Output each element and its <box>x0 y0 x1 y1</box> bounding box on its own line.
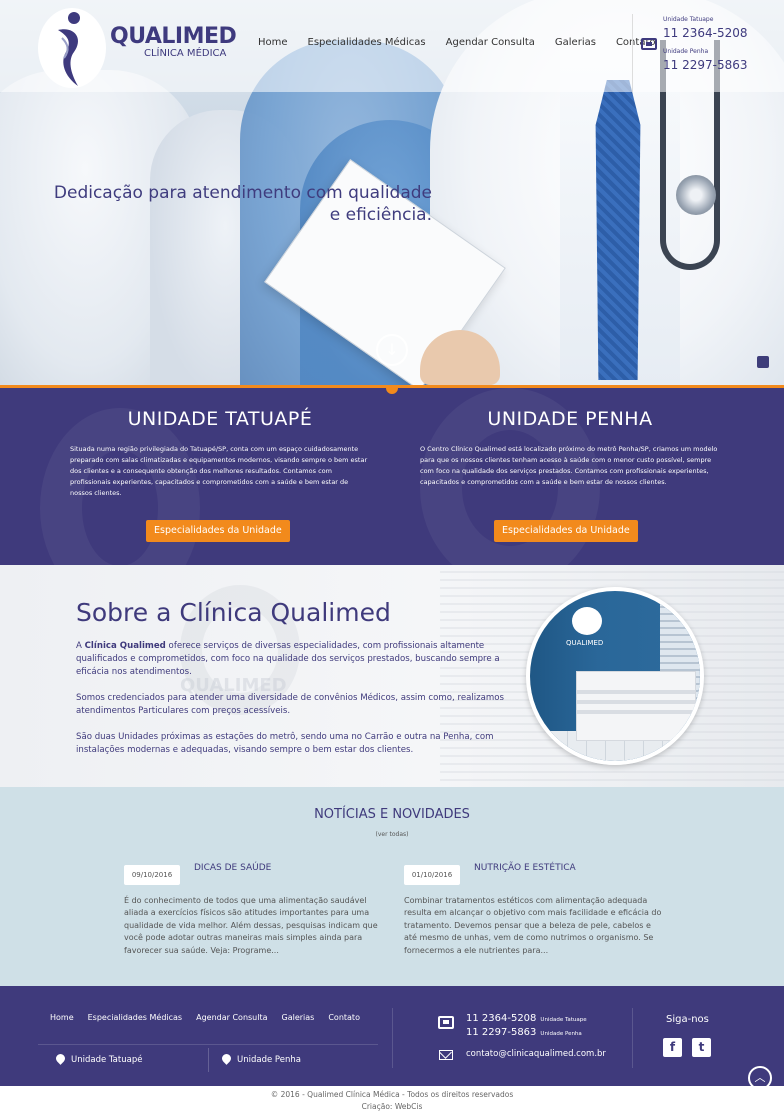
clinic-sign-text: QUALIMED <box>566 639 604 647</box>
footer-nav-home[interactable]: Home <box>50 1013 74 1022</box>
about-paragraph: Somos credenciados para atender uma dive… <box>76 693 505 716</box>
section-dot <box>386 388 398 394</box>
news-excerpt: Combinar tratamentos estéticos com alime… <box>404 896 662 955</box>
copyright-text: © 2016 - Qualimed Clínica Médica - Todos… <box>270 1090 514 1099</box>
copyright-bar: © 2016 - Qualimed Clínica Médica - Todos… <box>0 1086 784 1116</box>
slider-indicator[interactable] <box>757 356 769 368</box>
footer-divider <box>208 1048 209 1072</box>
news-date: 01/10/2016 <box>404 865 460 885</box>
stethoscope-chestpiece <box>676 175 716 215</box>
unit-title: UNIDADE PENHA <box>487 408 653 430</box>
news-title: NOTÍCIAS E NOVIDADES <box>314 807 470 822</box>
hero-tagline: Dedicação para atendimento com qualidade… <box>53 183 432 225</box>
see-all-link[interactable]: (ver todas) <box>0 831 784 838</box>
nav-galerias[interactable]: Galerias <box>555 37 596 48</box>
unit-tatuape: UNIDADE TATUAPÉ Situada numa região priv… <box>70 408 370 542</box>
footer-email[interactable]: contato@clinicaqualimed.com.br <box>466 1049 606 1059</box>
footer-nav-contato[interactable]: Contato <box>328 1013 360 1022</box>
footer-divider <box>392 1008 393 1068</box>
footer-location-tatuape[interactable]: Unidade Tatuapé <box>56 1054 142 1066</box>
footer-phone[interactable]: 11 2297-5863 Unidade Penha <box>466 1027 582 1038</box>
about-title: Sobre a Clínica Qualimed <box>76 598 391 627</box>
footer-location-penha[interactable]: Unidade Penha <box>222 1054 301 1066</box>
credit-text[interactable]: Criação: WebCis <box>0 1102 784 1111</box>
twitter-icon[interactable]: t <box>692 1038 711 1057</box>
clinic-photo: QUALIMED <box>526 587 704 765</box>
logo-figure-icon <box>58 12 80 86</box>
facebook-icon[interactable]: f <box>663 1038 682 1057</box>
about-section: QUALIMED Sobre a Clínica Qualimed A Clín… <box>0 565 784 787</box>
location-label: Unidade Tatuapé <box>71 1055 143 1065</box>
unit-description: O Centro Clínico Qualimed está localizad… <box>420 445 718 486</box>
footer-nav-galerias[interactable]: Galerias <box>282 1013 315 1022</box>
about-strong: Clínica Qualimed <box>84 641 166 651</box>
brand-subtitle: CLÍNICA MÉDICA <box>144 48 227 59</box>
phone-icon <box>438 1016 454 1029</box>
news-section: NOTÍCIAS E NOVIDADES (ver todas) 09/10/2… <box>0 787 784 986</box>
site-footer: Home Especialidades Médicas Agendar Cons… <box>0 986 784 1086</box>
about-paragraph: São duas Unidades próximas as estações d… <box>76 732 494 755</box>
footer-divider <box>632 1008 633 1068</box>
phone-icon <box>641 38 657 50</box>
hero-doctor-tie <box>595 80 641 380</box>
footer-divider <box>38 1044 378 1045</box>
news-excerpt: É do conhecimento de todos que uma alime… <box>124 896 378 955</box>
location-label: Unidade Penha <box>237 1055 301 1065</box>
nav-home[interactable]: Home <box>258 37 288 48</box>
footer-nav-agendar[interactable]: Agendar Consulta <box>196 1013 267 1022</box>
location-pin-icon <box>56 1054 65 1066</box>
footer-phone[interactable]: 11 2364-5208 Unidade Tatuape <box>466 1013 587 1024</box>
footer-nav: Home Especialidades Médicas Agendar Cons… <box>50 1013 360 1022</box>
logo-emblem <box>38 8 106 88</box>
specialties-button[interactable]: Especialidades da Unidade <box>146 520 290 542</box>
photo-reception-desk <box>576 671 696 741</box>
logo[interactable]: QUALIMED CLÍNICA MÉDICA <box>38 8 238 88</box>
arrow-down-icon[interactable]: ↓ <box>376 334 408 366</box>
clinic-logo-icon <box>572 607 602 635</box>
desk-stripe <box>577 700 695 704</box>
about-text: A Clínica Qualimed oferece serviços de d… <box>76 640 516 770</box>
main-nav: Home Especialidades Médicas Agendar Cons… <box>258 37 655 48</box>
desk-stripe <box>577 710 695 714</box>
nav-agendar[interactable]: Agendar Consulta <box>446 37 535 48</box>
unit-penha: UNIDADE PENHA O Centro Clínico Qualimed … <box>420 408 720 542</box>
footer-nav-especialidades[interactable]: Especialidades Médicas <box>88 1013 182 1022</box>
news-category[interactable]: NUTRIÇÃO E ESTÉTICA <box>474 863 576 873</box>
unit-title: UNIDADE TATUAPÉ <box>127 408 313 430</box>
site-header: QUALIMED CLÍNICA MÉDICA Home Especialida… <box>0 0 784 92</box>
phone-unit-label: Unidade Tatuape <box>663 16 714 23</box>
social-title: Siga-nos <box>666 1014 709 1025</box>
news-date: 09/10/2016 <box>124 865 180 885</box>
location-pin-icon <box>222 1054 231 1066</box>
phone-number[interactable]: 11 2297-5863 <box>663 58 748 72</box>
header-phones: Unidade Tatuape 11 2364-5208 Unidade Pen… <box>632 14 774 92</box>
phone-number[interactable]: 11 2364-5208 <box>663 26 748 40</box>
phone-unit-label: Unidade Penha <box>663 48 709 55</box>
units-section: UNIDADE TATUAPÉ Situada numa região priv… <box>0 385 784 565</box>
nav-especialidades[interactable]: Especialidades Médicas <box>308 37 426 48</box>
desk-stripe <box>577 690 695 694</box>
unit-description: Situada numa região privilegiada do Tatu… <box>70 445 368 497</box>
specialties-button[interactable]: Especialidades da Unidade <box>494 520 638 542</box>
brand-name: QUALIMED <box>110 24 237 49</box>
news-category[interactable]: DICAS DE SAÚDE <box>194 863 271 873</box>
about-paragraph: A Clínica Qualimed oferece serviços de d… <box>76 641 500 677</box>
mail-icon <box>439 1050 453 1060</box>
